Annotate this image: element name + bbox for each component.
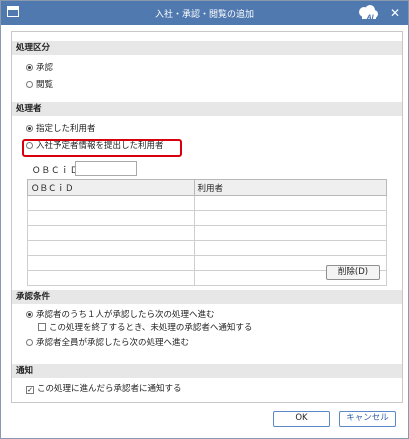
checkbox-notify-approver[interactable]: ✓ この処理に進んだら承認者に通知する xyxy=(26,384,182,395)
radio-view-label: 閲覧 xyxy=(36,80,54,90)
checkbox-notify-unprocessed[interactable]: この処理を終了するとき、未処理の承認者へ通知する xyxy=(38,323,252,334)
dialog-content: 処理区分 承認 閲覧 処理者 指定した利用者 入社予定者情報を提出した利用者 Ｏ… xyxy=(11,31,403,403)
radio-specified-user-label: 指定した利用者 xyxy=(36,124,96,134)
table-header-row: ＯＢＣｉＤ 利用者 xyxy=(27,179,388,196)
radio-approve[interactable]: 承認 xyxy=(26,63,53,74)
svg-text:AI: AI xyxy=(366,14,375,21)
table-cell[interactable] xyxy=(27,195,195,211)
checkbox-checked-icon: ✓ xyxy=(26,386,34,394)
table-cell[interactable] xyxy=(193,210,388,226)
table-cell[interactable] xyxy=(27,240,195,256)
table-row[interactable] xyxy=(27,225,388,241)
close-button[interactable]: ✕ xyxy=(387,5,403,21)
radio-off-icon xyxy=(26,339,33,346)
table-cell[interactable] xyxy=(27,210,195,226)
column-header-user[interactable]: 利用者 xyxy=(193,179,388,196)
radio-off-icon xyxy=(26,81,33,88)
table-cell[interactable] xyxy=(27,255,195,271)
radio-approve-label: 承認 xyxy=(36,63,54,73)
radio-specified-user[interactable]: 指定した利用者 xyxy=(26,124,96,135)
section-header-process-type: 処理区分 xyxy=(12,41,402,55)
title-bar: 入社・承認・閲覧の追加 AI ✕ xyxy=(1,1,408,25)
ok-button[interactable]: OK xyxy=(273,411,330,427)
table-cell[interactable] xyxy=(193,240,388,256)
table-row[interactable] xyxy=(27,210,388,226)
delete-button[interactable]: 削除(D) xyxy=(326,265,380,280)
section-header-approval-condition: 承認条件 xyxy=(12,290,402,304)
radio-on-icon xyxy=(26,64,33,71)
radio-on-icon xyxy=(26,125,33,132)
radio-submitter-user-label: 入社予定者情報を提出した利用者 xyxy=(36,141,164,151)
radio-on-icon xyxy=(26,311,33,318)
dialog-title: 入社・承認・閲覧の追加 xyxy=(154,10,254,20)
table-cell[interactable] xyxy=(27,270,195,286)
radio-off-icon xyxy=(26,142,33,149)
table-row[interactable] xyxy=(27,240,388,256)
section-header-notification: 通知 xyxy=(12,364,402,378)
table-cell[interactable] xyxy=(193,225,388,241)
ai-cloud-badge-icon: AI xyxy=(359,5,378,21)
column-header-obcid[interactable]: ＯＢＣｉＤ xyxy=(27,179,195,196)
checkbox-empty-icon xyxy=(38,323,46,331)
section-header-processor: 処理者 xyxy=(12,102,402,116)
cancel-button[interactable]: キャンセル xyxy=(339,411,396,427)
radio-any-approver[interactable]: 承認者のうち１人が承認したら次の処理へ進む xyxy=(26,310,215,321)
obcid-label: ＯＢＣｉＤ xyxy=(32,166,80,176)
radio-all-approvers[interactable]: 承認者全員が承認したら次の処理へ進む xyxy=(26,338,189,349)
checkbox-notify-approver-label: この処理に進んだら承認者に通知する xyxy=(37,384,182,394)
radio-all-approvers-label: 承認者全員が承認したら次の処理へ進む xyxy=(36,338,190,348)
dialog-window: 入社・承認・閲覧の追加 AI ✕ 処理区分 承認 閲覧 処理者 指定した利用者 … xyxy=(0,0,409,439)
radio-view[interactable]: 閲覧 xyxy=(26,80,53,91)
table-cell[interactable] xyxy=(27,225,195,241)
obcid-input[interactable] xyxy=(75,161,137,176)
radio-any-approver-label: 承認者のうち１人が承認したら次の処理へ進む xyxy=(36,310,215,320)
table-cell[interactable] xyxy=(193,195,388,211)
table-row[interactable] xyxy=(27,195,388,211)
checkbox-notify-unprocessed-label: この処理を終了するとき、未処理の承認者へ通知する xyxy=(49,323,253,333)
radio-submitter-user[interactable]: 入社予定者情報を提出した利用者 xyxy=(26,141,164,152)
